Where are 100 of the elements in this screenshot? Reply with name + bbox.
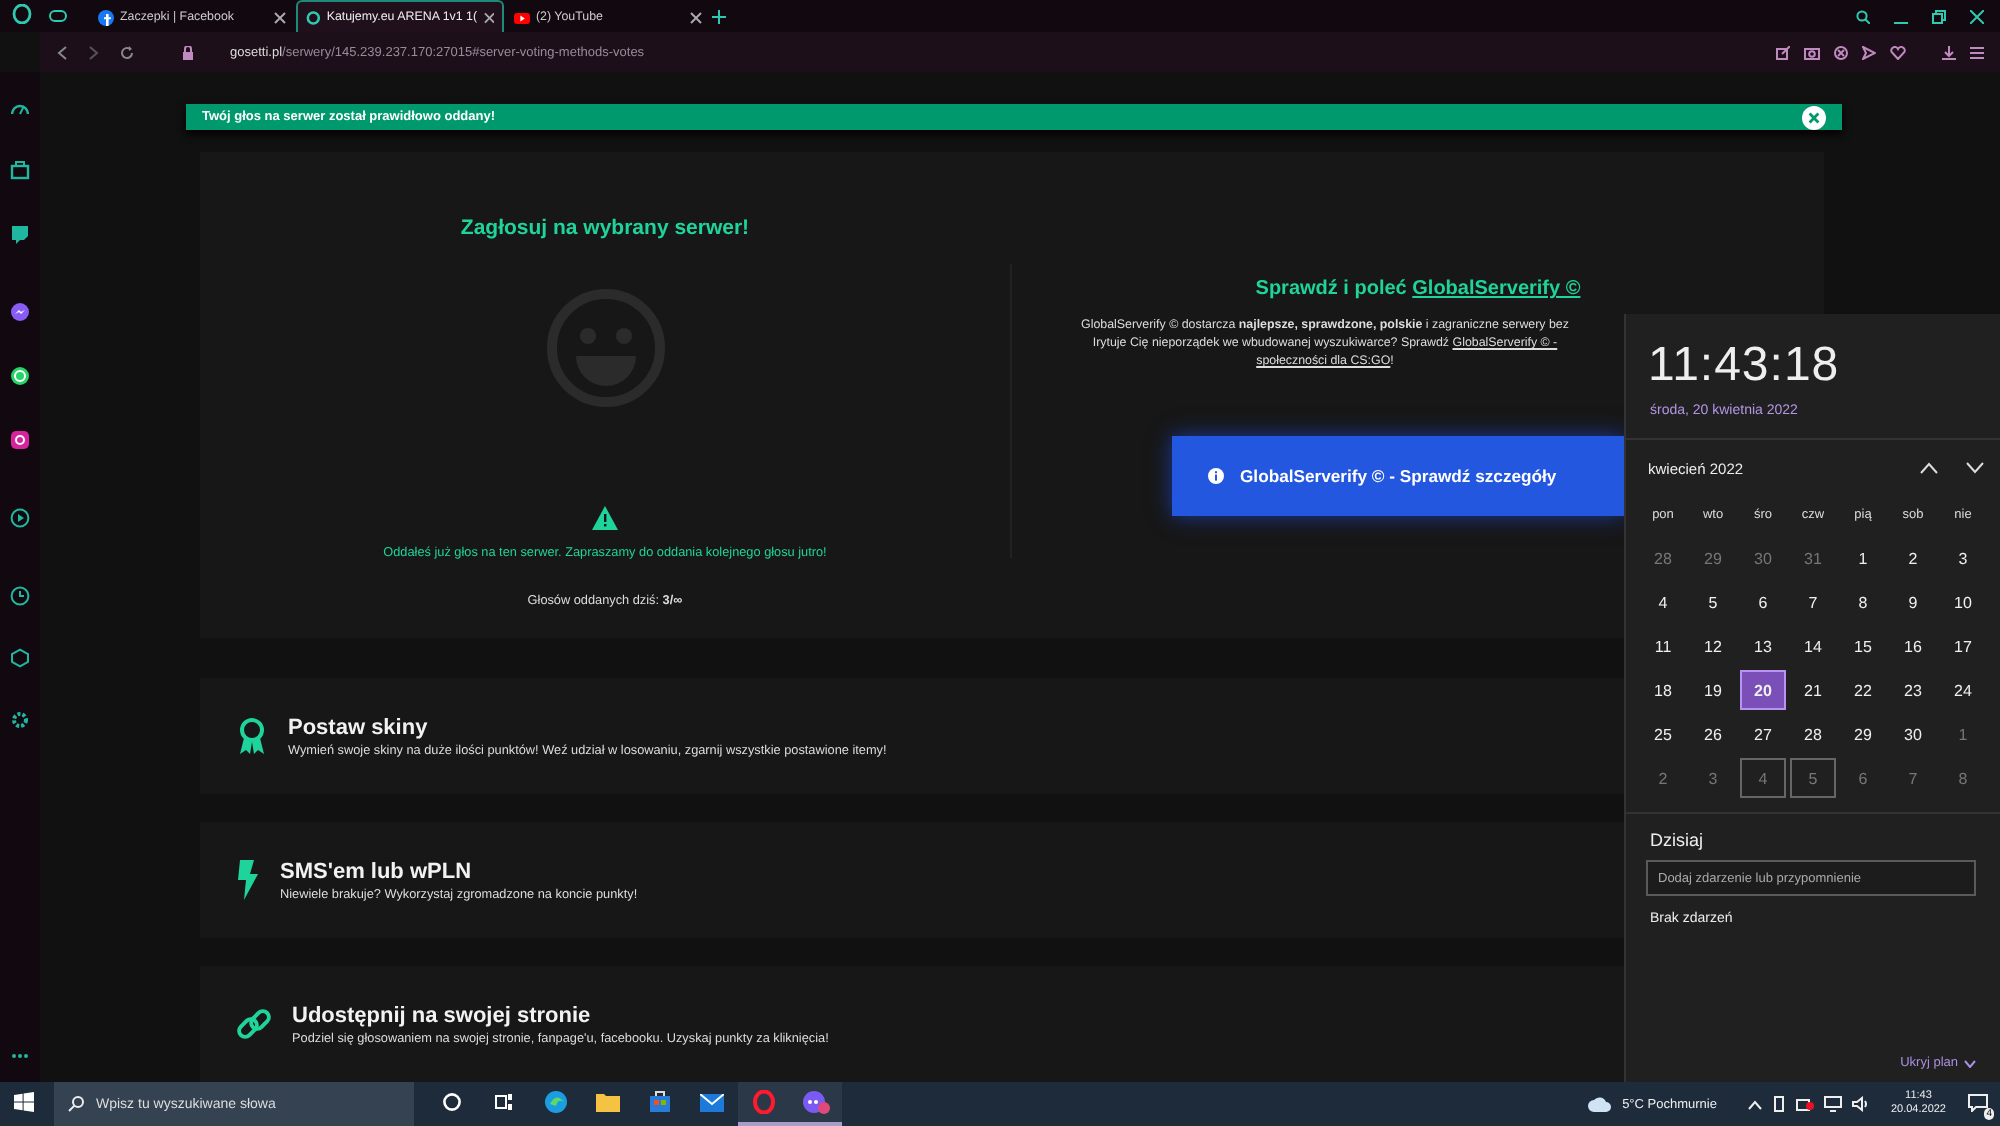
calendar-day[interactable]: 30 bbox=[1740, 538, 1786, 578]
edit-icon[interactable] bbox=[1776, 45, 1790, 59]
calendar-day[interactable]: 10 bbox=[1940, 582, 1986, 622]
chevron-down-icon[interactable] bbox=[1966, 462, 1984, 474]
calendar-day[interactable]: 7 bbox=[1890, 758, 1936, 798]
camera-icon[interactable] bbox=[1804, 45, 1820, 59]
close-icon[interactable] bbox=[1970, 9, 1984, 23]
calendar-day[interactable]: 1 bbox=[1840, 538, 1886, 578]
cube-icon[interactable] bbox=[10, 648, 30, 668]
mail-icon bbox=[700, 1093, 724, 1111]
messenger-icon[interactable] bbox=[10, 302, 30, 322]
play-icon bbox=[514, 9, 530, 25]
close-icon[interactable] bbox=[690, 11, 702, 23]
calendar-day[interactable]: 24 bbox=[1940, 670, 1986, 710]
folder-icon bbox=[596, 1092, 620, 1112]
search-icon bbox=[68, 1096, 84, 1112]
close-icon[interactable] bbox=[483, 11, 494, 23]
store-icon bbox=[648, 1090, 672, 1114]
reload-icon[interactable] bbox=[120, 45, 134, 59]
settings-icon[interactable] bbox=[10, 710, 30, 730]
calendar-day[interactable]: 8 bbox=[1840, 582, 1886, 622]
play-icon[interactable] bbox=[10, 508, 30, 528]
ring-icon bbox=[752, 1090, 776, 1114]
calendar-day[interactable]: 8 bbox=[1940, 758, 1986, 798]
calendar-day[interactable]: 4 bbox=[1640, 582, 1686, 622]
calendar-day[interactable]: 2 bbox=[1890, 538, 1936, 578]
calendar-day[interactable]: 11 bbox=[1640, 626, 1686, 666]
gamepad-icon[interactable] bbox=[48, 8, 68, 24]
phone-icon[interactable] bbox=[1772, 1096, 1787, 1112]
forward-icon[interactable] bbox=[88, 45, 100, 59]
calendar-day[interactable]: 26 bbox=[1690, 714, 1736, 754]
calendar-day[interactable]: 7 bbox=[1790, 582, 1836, 622]
method-title: SMS'em lub wPLN bbox=[280, 859, 474, 883]
calendar-day[interactable]: 29 bbox=[1690, 538, 1736, 578]
calendar-day[interactable]: 2 bbox=[1640, 758, 1686, 798]
more-icon[interactable] bbox=[10, 1052, 30, 1060]
calendar-day[interactable]: 3 bbox=[1940, 538, 1986, 578]
chat-icon bbox=[802, 1090, 830, 1114]
calendar-day[interactable]: 1 bbox=[1940, 714, 1986, 754]
calendar-day[interactable]: 5 bbox=[1690, 582, 1736, 622]
calendar-day[interactable]: 9 bbox=[1890, 582, 1936, 622]
calendar-day[interactable]: 4 bbox=[1740, 758, 1786, 798]
f-logo-icon bbox=[98, 9, 114, 25]
info-icon bbox=[1208, 468, 1224, 484]
download-icon[interactable] bbox=[1942, 45, 1956, 59]
edge-icon bbox=[544, 1090, 568, 1114]
calendar-day[interactable]: 30 bbox=[1890, 714, 1936, 754]
calendar-day[interactable]: 31 bbox=[1790, 538, 1836, 578]
bag-icon[interactable] bbox=[10, 160, 30, 180]
circle-x-icon[interactable] bbox=[1834, 45, 1848, 59]
notification-icon bbox=[1968, 1093, 1988, 1111]
method-title: Udostępnij na swojej stronie bbox=[292, 1003, 593, 1027]
clock-time: 11:43:18 bbox=[1648, 338, 1842, 394]
close-icon[interactable] bbox=[274, 11, 286, 23]
award-icon bbox=[236, 716, 268, 756]
promo-heading: Sprawdź i poleć GlobalServerify © bbox=[1255, 278, 1581, 300]
search-icon[interactable] bbox=[1856, 9, 1870, 23]
speaker-icon[interactable] bbox=[1852, 1096, 1869, 1112]
chevron-up-icon[interactable] bbox=[1748, 1099, 1763, 1109]
chevron-up-icon[interactable] bbox=[1920, 462, 1938, 474]
calendar-day[interactable]: 29 bbox=[1840, 714, 1886, 754]
drive-icon[interactable] bbox=[1796, 1096, 1815, 1112]
promo-link[interactable]: GlobalServerify © bbox=[1412, 278, 1581, 300]
calendar-day[interactable]: 6 bbox=[1740, 582, 1786, 622]
windows-icon[interactable] bbox=[14, 1092, 34, 1112]
clock-icon[interactable] bbox=[10, 586, 30, 606]
calendar-day[interactable]: 27 bbox=[1740, 714, 1786, 754]
calendar-day[interactable]: 13 bbox=[1740, 626, 1786, 666]
restore-icon[interactable] bbox=[1932, 9, 1946, 23]
o-logo-icon[interactable] bbox=[12, 4, 32, 24]
menu-icon[interactable] bbox=[1970, 45, 1984, 59]
calendar-day[interactable]: 3 bbox=[1690, 758, 1736, 798]
calendar-day[interactable]: 6 bbox=[1840, 758, 1886, 798]
calendar-day[interactable]: 15 bbox=[1840, 626, 1886, 666]
new-tab-icon[interactable] bbox=[712, 9, 726, 23]
calendar-day[interactable]: 21 bbox=[1790, 670, 1836, 710]
calendar-day[interactable]: 18 bbox=[1640, 670, 1686, 710]
details-button[interactable]: GlobalServerify © - Sprawdź szczegóły bbox=[1172, 436, 1624, 516]
calendar-day[interactable]: 20 bbox=[1740, 670, 1786, 710]
task-view-icon bbox=[494, 1092, 514, 1112]
lightning-icon bbox=[236, 860, 260, 900]
heart-icon[interactable] bbox=[1890, 45, 1906, 59]
calendar-day[interactable]: 28 bbox=[1790, 714, 1836, 754]
vote-title: Zagłosuj na wybrany serwer! bbox=[460, 216, 750, 240]
send-icon[interactable] bbox=[1862, 45, 1876, 59]
calendar-day[interactable]: 17 bbox=[1940, 626, 1986, 666]
method-title: Postaw skiny bbox=[288, 715, 430, 739]
calendar-day[interactable]: 12 bbox=[1690, 626, 1736, 666]
cloud-icon bbox=[1588, 1096, 1613, 1112]
calendar-day[interactable]: 19 bbox=[1690, 670, 1736, 710]
calendar-day[interactable]: 14 bbox=[1790, 626, 1836, 666]
back-icon[interactable] bbox=[56, 45, 68, 59]
calendar-day[interactable]: 16 bbox=[1890, 626, 1936, 666]
calendar-day[interactable]: 5 bbox=[1790, 758, 1836, 798]
network-icon[interactable] bbox=[1824, 1096, 1843, 1112]
calendar-day[interactable]: 22 bbox=[1840, 670, 1886, 710]
instagram-icon[interactable] bbox=[10, 430, 30, 450]
calendar-day[interactable]: 28 bbox=[1640, 538, 1686, 578]
calendar-day[interactable]: 23 bbox=[1890, 670, 1936, 710]
calendar-day[interactable]: 25 bbox=[1640, 714, 1686, 754]
